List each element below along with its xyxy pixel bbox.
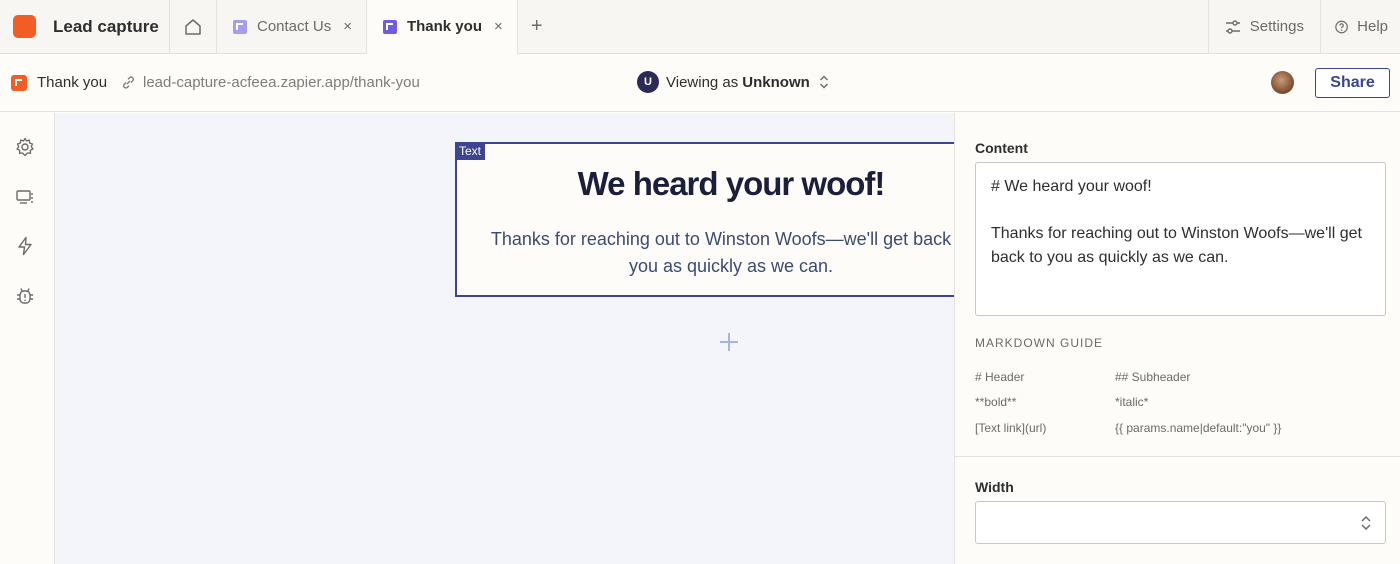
- page-icon: [233, 19, 247, 34]
- viewer-avatar: U: [637, 71, 659, 93]
- app-logo: [13, 15, 36, 38]
- app-brand[interactable]: Lead capture: [0, 0, 170, 53]
- divider: [955, 456, 1400, 457]
- layout-icon[interactable]: [14, 186, 36, 208]
- page-canvas[interactable]: Text We heard your woof! Thanks for reac…: [55, 113, 954, 564]
- width-label: Width: [975, 479, 1014, 495]
- app-name: Lead capture: [53, 16, 159, 36]
- close-icon[interactable]: ×: [494, 18, 503, 35]
- help-icon: [1335, 20, 1348, 33]
- text-block[interactable]: Text We heard your woof! Thanks for reac…: [455, 142, 954, 297]
- tab-label: Contact Us: [257, 18, 332, 35]
- bug-icon[interactable]: [14, 285, 36, 307]
- block-heading: We heard your woof!: [577, 165, 886, 202]
- settings-button[interactable]: Settings: [1207, 0, 1320, 53]
- content-textarea[interactable]: # We heard your woof! Thanks for reachin…: [975, 162, 1386, 316]
- content-label: Content: [975, 140, 1028, 156]
- help-button[interactable]: Help: [1320, 0, 1400, 53]
- tab-contact-us[interactable]: Contact Us ×: [217, 0, 367, 53]
- content-line: # We heard your woof!: [991, 178, 1152, 195]
- viewing-user: Unknown: [742, 73, 810, 91]
- page-icon: [11, 75, 27, 91]
- markdown-guide-item: **bold**: [975, 395, 1017, 409]
- top-tab-bar: Lead capture Contact Us × Thank you × + …: [0, 0, 1400, 54]
- user-avatar[interactable]: [1271, 71, 1294, 94]
- viewing-prefix: Viewing as: [666, 73, 739, 91]
- markdown-guide-item: # Header: [975, 370, 1025, 384]
- tab-thank-you[interactable]: Thank you ×: [366, 0, 518, 54]
- left-rail: [0, 113, 55, 564]
- link-icon: [123, 76, 134, 89]
- block-body: Thanks for reaching out to Winston Woofs…: [490, 229, 954, 276]
- markdown-guide-item: {{ params.name|default:"you" }}: [1115, 421, 1282, 435]
- add-block-icon[interactable]: [718, 331, 740, 353]
- page-bar: Thank you lead-capture-acfeea.zapier.app…: [0, 54, 1400, 112]
- markdown-guide-title: MARKDOWN GUIDE: [975, 336, 1103, 350]
- share-button[interactable]: Share: [1315, 68, 1390, 98]
- sliders-icon: [1225, 19, 1240, 34]
- help-label: Help: [1357, 18, 1388, 35]
- close-icon[interactable]: ×: [343, 18, 352, 35]
- chevron-updown-icon: [1361, 515, 1371, 531]
- block-type-tag: Text: [455, 142, 486, 160]
- markdown-guide-item: ## Subheader: [1115, 370, 1191, 384]
- content-line: Thanks for reaching out to Winston Woofs…: [991, 225, 1367, 266]
- properties-panel: Content # We heard your woof! Thanks for…: [954, 113, 1400, 564]
- viewing-as-selector[interactable]: U Viewing as Unknown: [637, 71, 829, 93]
- page-name: Thank you: [37, 74, 108, 91]
- home-tab[interactable]: [170, 0, 217, 53]
- home-icon: [185, 18, 201, 35]
- page-icon: [382, 19, 397, 34]
- page-url-link[interactable]: lead-capture-acfeea.zapier.app/thank-you: [143, 74, 420, 91]
- gear-icon[interactable]: [14, 136, 36, 158]
- lightning-icon[interactable]: [14, 235, 36, 257]
- width-select[interactable]: [975, 501, 1386, 544]
- tab-label: Thank you: [406, 18, 482, 35]
- markdown-guide-item: *italic*: [1115, 395, 1149, 409]
- settings-label: Settings: [1249, 18, 1304, 35]
- markdown-guide-item: [Text link](url): [975, 421, 1047, 435]
- chevron-updown-icon: [819, 75, 828, 89]
- new-tab-button[interactable]: +: [518, 0, 556, 53]
